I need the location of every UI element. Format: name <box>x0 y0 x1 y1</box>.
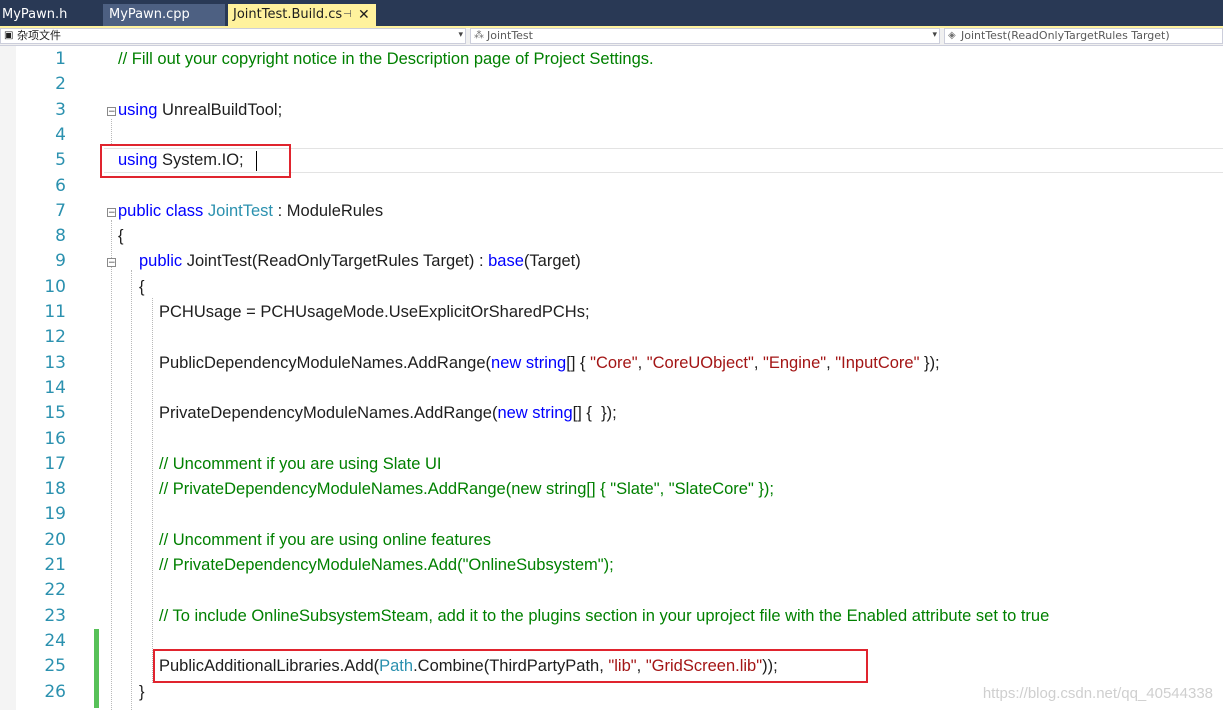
keyword: public class <box>118 202 204 220</box>
line-number: 2 <box>55 74 66 94</box>
code-line-3: using UnrealBuildTool; <box>118 98 282 123</box>
code-editor[interactable]: − − − 1 // Fill out your copyright notic… <box>0 46 1223 710</box>
type-scope-dropdown[interactable]: ⁂ JointTest ▾ <box>470 28 940 44</box>
code-text: : ModuleRules <box>273 202 384 220</box>
line-number: 18 <box>44 479 66 499</box>
keyword: new string <box>497 404 573 422</box>
line-number: 23 <box>44 606 66 626</box>
keyword: base <box>488 252 524 270</box>
code-text: (Target) <box>523 252 581 270</box>
code-text: , <box>637 354 647 372</box>
code-line-15: PrivateDependencyModuleNames.AddRange(ne… <box>159 401 617 426</box>
code-line-26: } <box>139 683 145 701</box>
string-literal: "Core" <box>590 354 638 372</box>
line-number: 19 <box>44 504 66 524</box>
line-number: 11 <box>44 302 66 322</box>
code-line-1: // Fill out your copyright notice in the… <box>118 50 654 68</box>
code-line-18: // PrivateDependencyModuleNames.AddRange… <box>159 480 774 498</box>
type-name: JointTest <box>207 202 274 220</box>
document-tab-strip: MyPawn.h MyPawn.cpp JointTest.Build.cs ⊣… <box>0 0 1223 26</box>
line-number: 8 <box>55 226 66 246</box>
keyword: using <box>118 101 158 119</box>
close-icon[interactable]: ✕ <box>358 4 370 26</box>
tab-jointtest-build-cs[interactable]: JointTest.Build.cs ⊣ ✕ <box>228 4 376 26</box>
pin-icon[interactable]: ⊣ <box>343 4 352 26</box>
keyword: public <box>139 252 183 270</box>
tab-mypawn-h[interactable]: MyPawn.h <box>0 4 100 26</box>
code-line-9: public JointTest(ReadOnlyTargetRules Tar… <box>139 249 581 274</box>
member-scope-dropdown[interactable]: ◈ JointTest(ReadOnlyTargetRules Target) <box>944 28 1223 44</box>
line-number: 25 <box>44 656 66 676</box>
method-icon: ◈ <box>948 30 956 41</box>
line-number: 1 <box>55 49 66 69</box>
line-number: 7 <box>55 201 66 221</box>
project-dropdown[interactable]: ▣ 杂项文件 ▾ <box>0 28 466 44</box>
line-number: 16 <box>44 429 66 449</box>
chevron-down-icon: ▾ <box>458 30 463 40</box>
tab-label: JointTest.Build.cs <box>233 7 343 22</box>
line-number: 10 <box>44 277 66 297</box>
line-number: 9 <box>55 251 66 271</box>
line-number: 17 <box>44 454 66 474</box>
line-number: 12 <box>44 327 66 347</box>
line-number: 3 <box>55 100 66 120</box>
line-number: 21 <box>44 555 66 575</box>
file-icon: ▣ <box>4 30 14 41</box>
chevron-down-icon: ▾ <box>932 30 937 40</box>
code-line-11: PCHUsage = PCHUsageMode.UseExplicitOrSha… <box>159 303 590 321</box>
code-text: [] { }); <box>572 404 617 422</box>
code-text: , <box>753 354 764 372</box>
code-line-13: PublicDependencyModuleNames.AddRange(new… <box>159 351 940 376</box>
string-literal: "Engine" <box>763 354 827 372</box>
string-literal: "CoreUObject" <box>646 354 754 372</box>
line-number: 15 <box>44 403 66 423</box>
type-scope-label: JointTest <box>487 29 533 42</box>
class-icon: ⁂ <box>474 30 484 41</box>
line-number: 14 <box>44 378 66 398</box>
line-number: 6 <box>55 176 66 196</box>
tab-mypawn-cpp[interactable]: MyPawn.cpp <box>103 4 225 26</box>
code-text: [] { <box>566 354 591 372</box>
line-number: 24 <box>44 631 66 651</box>
line-number: 22 <box>44 580 66 600</box>
navigation-bar: ▣ 杂项文件 ▾ ⁂ JointTest ▾ ◈ JointTest(ReadO… <box>0 28 1223 46</box>
code-text: }); <box>919 354 940 372</box>
watermark: https://blog.csdn.net/qq_40544338 <box>982 685 1213 702</box>
member-scope-label: JointTest(ReadOnlyTargetRules Target) <box>961 29 1170 42</box>
code-text: JointTest(ReadOnlyTargetRules Target) : <box>182 252 489 270</box>
line-number: 26 <box>44 682 66 702</box>
highlight-box-additional-libraries <box>153 649 868 683</box>
string-literal: "InputCore" <box>835 354 920 372</box>
code-line-21: // PrivateDependencyModuleNames.Add("Onl… <box>159 556 614 574</box>
highlight-box-using-system-io <box>100 144 291 178</box>
project-label: 杂项文件 <box>17 29 61 42</box>
line-number: 13 <box>44 353 66 373</box>
keyword: new string <box>491 354 567 372</box>
line-number: 5 <box>55 150 66 170</box>
code-line-8: { <box>118 227 124 245</box>
code-text: PrivateDependencyModuleNames.AddRange( <box>159 404 498 422</box>
line-number: 20 <box>44 530 66 550</box>
line-number: 4 <box>55 125 66 145</box>
code-line-10: { <box>139 278 145 296</box>
code-line-20: // Uncomment if you are using online fea… <box>159 531 492 549</box>
code-text: UnrealBuildTool; <box>157 101 283 119</box>
code-line-17: // Uncomment if you are using Slate UI <box>159 455 442 473</box>
code-line-7: public class JointTest : ModuleRules <box>118 199 383 224</box>
code-text: PublicDependencyModuleNames.AddRange( <box>159 354 492 372</box>
code-line-23: // To include OnlineSubsystemSteam, add … <box>159 607 1050 625</box>
code-text: , <box>826 354 836 372</box>
